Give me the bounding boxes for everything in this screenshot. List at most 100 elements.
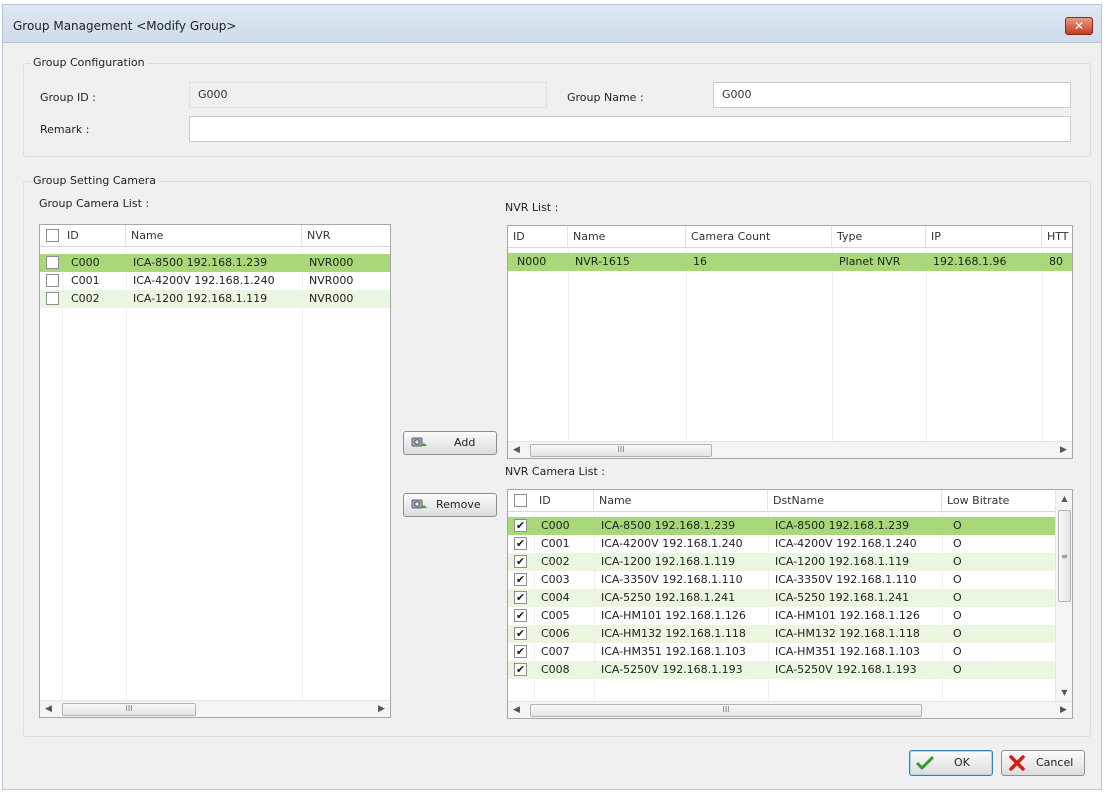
column-header-ip[interactable]: IP bbox=[926, 226, 1042, 248]
cell-id: C001 bbox=[71, 274, 100, 287]
scroll-thumb[interactable]: III bbox=[62, 703, 196, 716]
add-button-label: Add bbox=[454, 436, 476, 449]
table-row[interactable]: ✔ C005 ICA-HM101 192.168.1.126 ICA-HM101… bbox=[508, 607, 1056, 625]
table-row[interactable]: ✔ C008 ICA-5250V 192.168.1.193 ICA-5250V… bbox=[508, 661, 1056, 679]
column-header-type[interactable]: Type bbox=[832, 226, 926, 248]
horizontal-scrollbar[interactable]: ◀ III ▶ bbox=[40, 700, 390, 717]
table-row[interactable]: ✔ C000 ICA-8500 192.168.1.239 ICA-8500 1… bbox=[508, 517, 1056, 535]
scroll-up-icon[interactable]: ▲ bbox=[1056, 490, 1072, 507]
row-checkbox[interactable]: ✔ bbox=[514, 537, 527, 550]
nvr-list[interactable]: ID Name Camera Count Type IP HTT N000 NV… bbox=[507, 225, 1073, 459]
table-row[interactable]: N000 NVR-1615 16 Planet NVR 192.168.1.96… bbox=[508, 253, 1072, 271]
column-header-id[interactable]: ID bbox=[62, 225, 126, 247]
cell-name: ICA-8500 192.168.1.239 bbox=[601, 519, 736, 532]
cell-low-bitrate: O bbox=[953, 591, 962, 604]
table-row[interactable]: ✔ C003 ICA-3350V 192.168.1.110 ICA-3350V… bbox=[508, 571, 1056, 589]
row-checkbox[interactable] bbox=[46, 256, 59, 269]
cell-id: C002 bbox=[541, 555, 570, 568]
remove-button[interactable]: Remove bbox=[403, 493, 497, 517]
remove-camera-icon bbox=[411, 499, 427, 509]
column-header-id[interactable]: ID bbox=[508, 226, 568, 248]
cell-low-bitrate: O bbox=[953, 537, 962, 550]
row-checkbox[interactable]: ✔ bbox=[514, 663, 527, 676]
cell-name: ICA-3350V 192.168.1.110 bbox=[601, 573, 743, 586]
row-checkbox[interactable]: ✔ bbox=[514, 555, 527, 568]
title-bar: Group Management <Modify Group> ✕ bbox=[3, 5, 1101, 43]
select-all-checkbox[interactable] bbox=[514, 494, 527, 507]
scroll-thumb[interactable]: ≡ bbox=[1058, 510, 1071, 602]
window-title: Group Management <Modify Group> bbox=[13, 19, 237, 33]
horizontal-scrollbar[interactable]: ◀ III ▶ bbox=[508, 441, 1072, 458]
group-name-input[interactable]: G000 bbox=[713, 82, 1071, 108]
column-header-name[interactable]: Name bbox=[594, 490, 768, 512]
grid-line bbox=[1042, 248, 1043, 442]
column-header-camera-count[interactable]: Camera Count bbox=[686, 226, 832, 248]
scroll-left-icon[interactable]: ◀ bbox=[508, 442, 525, 458]
table-row[interactable]: ✔ C004 ICA-5250 192.168.1.241 ICA-5250 1… bbox=[508, 589, 1056, 607]
column-header-http[interactable]: HTT bbox=[1042, 226, 1072, 248]
scroll-left-icon[interactable]: ◀ bbox=[508, 702, 525, 718]
scroll-right-icon[interactable]: ▶ bbox=[1055, 702, 1072, 718]
row-checkbox[interactable] bbox=[46, 292, 59, 305]
close-button[interactable]: ✕ bbox=[1065, 17, 1093, 35]
cell-id: C004 bbox=[541, 591, 570, 604]
cell-dstname: ICA-5250 192.168.1.241 bbox=[775, 591, 910, 604]
cell-name: ICA-8500 192.168.1.239 bbox=[133, 256, 268, 269]
column-header-nvr[interactable]: NVR bbox=[302, 225, 390, 247]
ok-button[interactable]: OK bbox=[909, 750, 993, 776]
cancel-x-icon bbox=[1009, 755, 1025, 771]
nvr-camera-list[interactable]: ID Name DstName Low Bitrate ✔ C000 ICA-8… bbox=[507, 489, 1073, 719]
horizontal-scrollbar[interactable]: ◀ III ▶ bbox=[508, 701, 1072, 718]
cell-low-bitrate: O bbox=[953, 609, 962, 622]
nvr-camera-list-label: NVR Camera List : bbox=[505, 465, 605, 478]
add-button[interactable]: Add bbox=[403, 431, 497, 455]
scroll-right-icon[interactable]: ▶ bbox=[373, 701, 390, 717]
table-row[interactable]: C000 ICA-8500 192.168.1.239 NVR000 bbox=[40, 254, 390, 272]
table-row[interactable]: ✔ C001 ICA-4200V 192.168.1.240 ICA-4200V… bbox=[508, 535, 1056, 553]
table-row[interactable]: C002 ICA-1200 192.168.1.119 NVR000 bbox=[40, 290, 390, 308]
cell-dstname: ICA-4200V 192.168.1.240 bbox=[775, 537, 917, 550]
cell-name: ICA-HM132 192.168.1.118 bbox=[601, 627, 746, 640]
row-checkbox[interactable] bbox=[46, 274, 59, 287]
column-header-name[interactable]: Name bbox=[126, 225, 302, 247]
row-checkbox[interactable]: ✔ bbox=[514, 627, 527, 640]
table-row[interactable]: ✔ C007 ICA-HM351 192.168.1.103 ICA-HM351… bbox=[508, 643, 1056, 661]
select-all-checkbox[interactable] bbox=[46, 229, 59, 242]
row-checkbox[interactable]: ✔ bbox=[514, 645, 527, 658]
cell-name: ICA-5250V 192.168.1.193 bbox=[601, 663, 743, 676]
cell-nvr: NVR000 bbox=[309, 256, 354, 269]
column-header-low-bitrate[interactable]: Low Bitrate bbox=[942, 490, 1056, 512]
column-header-name[interactable]: Name bbox=[568, 226, 686, 248]
group-configuration-box bbox=[23, 63, 1091, 157]
group-camera-list[interactable]: ID Name NVR C000 ICA-8500 192.168.1.239 … bbox=[39, 224, 391, 718]
column-header-id[interactable]: ID bbox=[534, 490, 594, 512]
grid-line bbox=[126, 247, 127, 701]
cell-name: ICA-HM351 192.168.1.103 bbox=[601, 645, 746, 658]
table-row[interactable]: ✔ C006 ICA-HM132 192.168.1.118 ICA-HM132… bbox=[508, 625, 1056, 643]
cell-id: C005 bbox=[541, 609, 570, 622]
table-row[interactable]: C001 ICA-4200V 192.168.1.240 NVR000 bbox=[40, 272, 390, 290]
vertical-scrollbar[interactable]: ▲ ≡ ▼ bbox=[1055, 490, 1072, 701]
row-checkbox[interactable]: ✔ bbox=[514, 573, 527, 586]
column-header-dstname[interactable]: DstName bbox=[768, 490, 942, 512]
cell-dstname: ICA-3350V 192.168.1.110 bbox=[775, 573, 917, 586]
cancel-button-label: Cancel bbox=[1036, 756, 1074, 769]
cell-name: ICA-5250 192.168.1.241 bbox=[601, 591, 736, 604]
scroll-left-icon[interactable]: ◀ bbox=[40, 701, 57, 717]
scroll-thumb[interactable]: III bbox=[530, 704, 922, 717]
scroll-thumb[interactable]: III bbox=[530, 444, 712, 457]
group-name-label: Group Name : bbox=[567, 91, 644, 104]
nvr-camera-list-header: ID Name DstName Low Bitrate bbox=[508, 490, 1056, 512]
remark-input[interactable] bbox=[189, 116, 1071, 142]
scroll-right-icon[interactable]: ▶ bbox=[1055, 442, 1072, 458]
cancel-button[interactable]: Cancel bbox=[1001, 750, 1085, 776]
cell-low-bitrate: O bbox=[953, 663, 962, 676]
group-setting-camera-title: Group Setting Camera bbox=[31, 174, 159, 187]
add-camera-icon bbox=[411, 437, 427, 447]
cell-name: ICA-1200 192.168.1.119 bbox=[133, 292, 268, 305]
row-checkbox[interactable]: ✔ bbox=[514, 591, 527, 604]
scroll-down-icon[interactable]: ▼ bbox=[1056, 684, 1072, 701]
table-row[interactable]: ✔ C002 ICA-1200 192.168.1.119 ICA-1200 1… bbox=[508, 553, 1056, 571]
row-checkbox[interactable]: ✔ bbox=[514, 609, 527, 622]
row-checkbox[interactable]: ✔ bbox=[514, 519, 527, 532]
